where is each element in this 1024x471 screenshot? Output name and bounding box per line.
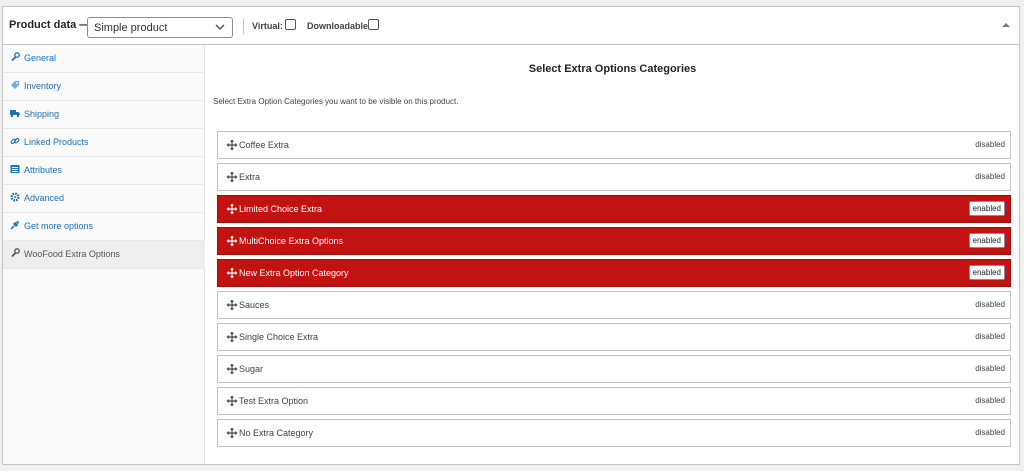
category-status-button[interactable]: enabled (968, 233, 1005, 248)
category-name: Coffee Extra (239, 140, 289, 150)
move-icon[interactable] (226, 299, 238, 311)
move-icon[interactable] (226, 235, 238, 247)
tab-label: Get more options (24, 221, 94, 231)
tab-inventory[interactable]: Inventory (3, 73, 205, 101)
wrench-icon (11, 248, 20, 258)
tab-shipping[interactable]: Shipping (3, 101, 205, 129)
category-row-multichoice-extra-options[interactable]: MultiChoice Extra Options enabled (217, 227, 1011, 255)
move-icon[interactable] (226, 395, 238, 407)
category-status[interactable]: disabled (975, 396, 1005, 405)
category-row-new-extra-option-category[interactable]: New Extra Option Category enabled (217, 259, 1011, 287)
collapse-toggle-icon[interactable] (1002, 21, 1010, 29)
chevron-down-icon (215, 24, 225, 31)
category-name: Test Extra Option (239, 396, 309, 406)
tab-label: Advanced (24, 193, 65, 203)
gear-icon (10, 192, 20, 202)
product-data-panel: Product data — Simple product Virtual: D… (2, 6, 1020, 465)
section-heading: Select Extra Options Categories (528, 63, 697, 75)
category-name: Sauces (239, 300, 270, 310)
category-name: Limited Choice Extra (239, 204, 323, 214)
tab-label: General (24, 53, 57, 63)
header-divider (243, 19, 244, 34)
tab-get-more-options[interactable]: Get more options (3, 213, 205, 241)
virtual-label: Virtual: (252, 21, 283, 31)
product-type-select[interactable]: Simple product (87, 17, 233, 38)
category-status[interactable]: disabled (975, 300, 1005, 309)
plugin-icon (10, 220, 20, 230)
wrench-icon (11, 52, 20, 62)
product-data-tabs: General Inventory Shipping Linked Produc… (3, 45, 205, 464)
category-status[interactable]: disabled (975, 172, 1005, 181)
category-row-extra[interactable]: Extra disabled (217, 163, 1011, 191)
panel-title: Product data — (9, 19, 91, 31)
panel-header: Product data — Simple product Virtual: D… (3, 7, 1019, 45)
move-icon[interactable] (226, 203, 238, 215)
move-icon[interactable] (226, 331, 238, 343)
category-name: New Extra Option Category (239, 268, 349, 278)
category-row-coffee-extra[interactable]: Coffee Extra disabled (217, 131, 1011, 159)
move-icon[interactable] (226, 363, 238, 375)
tag-icon (11, 81, 19, 89)
truck-icon (10, 110, 20, 118)
category-row-limited-choice-extra[interactable]: Limited Choice Extra enabled (217, 195, 1011, 223)
move-icon[interactable] (226, 139, 238, 151)
move-icon[interactable] (226, 171, 238, 183)
tab-linked-products[interactable]: Linked Products (3, 129, 205, 157)
category-row-sugar[interactable]: Sugar disabled (217, 355, 1011, 383)
tab-label: Attributes (24, 165, 63, 175)
category-name: MultiChoice Extra Options (239, 236, 344, 246)
table-icon (10, 165, 20, 173)
category-name: Extra (239, 172, 261, 182)
category-name: Single Choice Extra (239, 332, 319, 342)
category-row-sauces[interactable]: Sauces disabled (217, 291, 1011, 319)
tab-attributes[interactable]: Attributes (3, 157, 205, 185)
extra-options-panel: Select Extra Options Categories Select E… (206, 45, 1019, 464)
tab-label: Inventory (24, 81, 62, 91)
tab-advanced[interactable]: Advanced (3, 185, 205, 213)
section-description: Select Extra Option Categories you want … (213, 97, 459, 106)
link-icon (10, 138, 20, 144)
product-type-value: Simple product (94, 22, 168, 34)
tab-label: Shipping (24, 109, 60, 119)
tab-label: Linked Products (24, 137, 89, 147)
virtual-checkbox[interactable] (285, 19, 296, 30)
category-name: Sugar (239, 364, 264, 374)
tab-general[interactable]: General (3, 45, 205, 73)
category-status-button[interactable]: enabled (968, 201, 1005, 216)
category-row-test-extra-option[interactable]: Test Extra Option disabled (217, 387, 1011, 415)
category-status[interactable]: disabled (975, 364, 1005, 373)
move-icon[interactable] (226, 427, 238, 439)
tab-woofood-extra-options[interactable]: WooFood Extra Options (3, 241, 205, 269)
downloadable-label: Downloadable: (307, 21, 372, 31)
category-status[interactable]: disabled (975, 140, 1005, 149)
category-row-single-choice-extra[interactable]: Single Choice Extra disabled (217, 323, 1011, 351)
downloadable-checkbox[interactable] (368, 19, 379, 30)
move-icon[interactable] (226, 267, 238, 279)
category-status[interactable]: disabled (975, 332, 1005, 341)
category-status-button[interactable]: enabled (968, 265, 1005, 280)
category-row-no-extra-category[interactable]: No Extra Category disabled (217, 419, 1011, 447)
category-status[interactable]: disabled (975, 428, 1005, 437)
tab-label: WooFood Extra Options (24, 249, 120, 259)
category-name: No Extra Category (239, 428, 314, 438)
